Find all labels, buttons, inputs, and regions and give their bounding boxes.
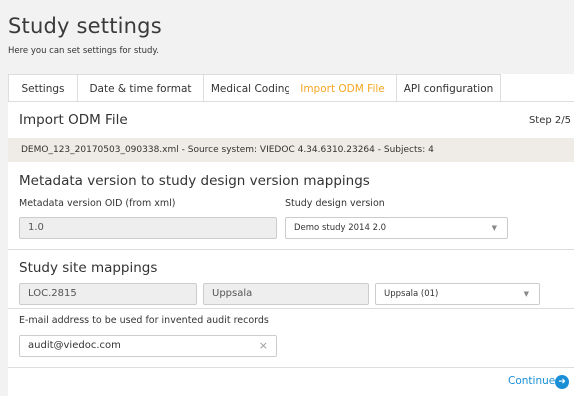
metadata-oid-label: Metadata version OID (from xml) (19, 198, 176, 209)
site-mapping-value: Uppsala (01) (384, 289, 439, 299)
email-value: audit@viedoc.com (28, 340, 121, 351)
chevron-down-icon: ▼ (523, 290, 529, 298)
continue-button[interactable]: Continue (508, 375, 555, 387)
chevron-down-icon: ▼ (491, 224, 497, 232)
step-indicator: Step 2/5 (528, 115, 571, 126)
page-title: Study settings (8, 14, 162, 38)
site-mapping-select[interactable]: Uppsala (01) ▼ (375, 283, 540, 305)
metadata-section-title: Metadata version to study design version… (19, 173, 370, 189)
metadata-oid-value: 1.0 (28, 222, 44, 233)
email-label: E-mail address to be used for invented a… (19, 315, 269, 326)
email-field[interactable]: audit@viedoc.com × (19, 335, 277, 357)
tab-import-odm-file[interactable]: Import ODM File (289, 74, 397, 102)
site-name-value: Uppsala (212, 288, 253, 299)
site-code-field: LOC.2815 (19, 283, 197, 305)
tabs-divider (8, 101, 574, 102)
tab-api-configuration[interactable]: API configuration (397, 74, 501, 102)
tab-medical-coding[interactable]: Medical Coding (204, 74, 299, 102)
import-header: Import ODM File (19, 112, 128, 128)
site-code-value: LOC.2815 (28, 288, 77, 299)
study-design-select[interactable]: Demo study 2014 2.0 ▼ (285, 217, 508, 239)
site-name-field: Uppsala (203, 283, 369, 305)
page-subtitle: Here you can set settings for study. (8, 46, 159, 56)
section-divider (8, 249, 574, 250)
study-design-value: Demo study 2014 2.0 (294, 223, 387, 233)
tab-bar: Settings Date & time format Medical Codi… (8, 74, 574, 102)
study-design-label: Study design version (285, 198, 385, 209)
tab-date-time-format[interactable]: Date & time format (78, 74, 204, 102)
arrow-right-circle-icon[interactable]: ➜ (555, 375, 569, 389)
site-section-title: Study site mappings (19, 260, 158, 276)
tab-settings[interactable]: Settings (8, 74, 78, 102)
file-info-bar: DEMO_123_20170503_090338.xml - Source sy… (8, 138, 574, 162)
email-divider (8, 308, 574, 309)
footer-divider (8, 367, 574, 368)
close-icon[interactable]: × (259, 336, 268, 356)
metadata-oid-field: 1.0 (19, 217, 277, 239)
